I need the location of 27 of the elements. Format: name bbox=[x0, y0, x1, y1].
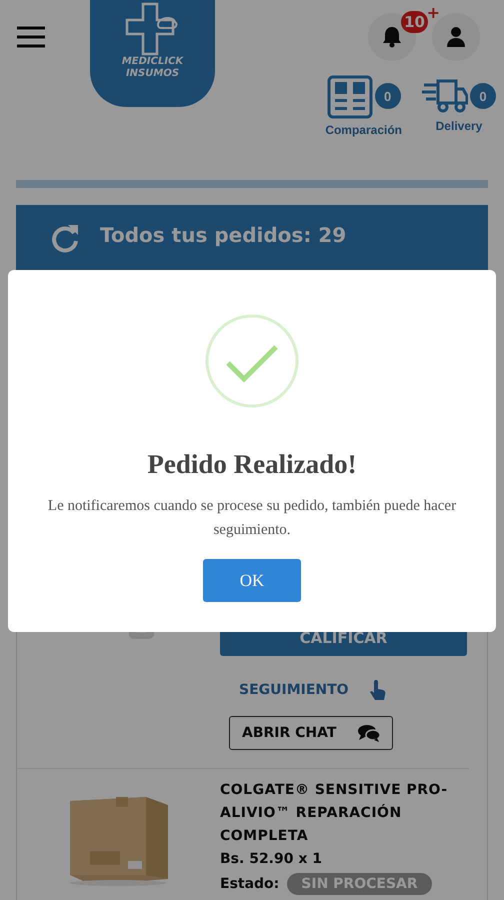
plus-mark: + bbox=[426, 3, 440, 22]
open-chat-button[interactable]: ABRIR CHAT bbox=[229, 716, 394, 750]
refresh-icon[interactable] bbox=[50, 223, 80, 253]
notification-count: 10 bbox=[401, 11, 428, 33]
shortcut-button[interactable]: 0 Delivery bbox=[422, 75, 496, 137]
menu-icon[interactable] bbox=[17, 26, 45, 48]
count-badge: 0 bbox=[470, 83, 496, 109]
count-badge: 0 bbox=[374, 83, 401, 109]
product-name: COLGATE® SENSITIVE PRO-ALIVIO™ REPARACIÓN COMPLETA bbox=[220, 781, 448, 846]
ok-button[interactable]: OK bbox=[203, 559, 301, 602]
status-badge: SIN PROCESAR bbox=[287, 873, 432, 895]
check-icon bbox=[204, 313, 300, 409]
logo-text: MEDICLICK bbox=[122, 56, 184, 68]
dialog-message: Le notificaremos cuando se procese su pedido, también puede hacer seguimiento. bbox=[46, 497, 458, 540]
dialog-title: Pedido Realizado! bbox=[147, 449, 357, 480]
chat-icon bbox=[358, 724, 380, 742]
bell-icon bbox=[382, 26, 402, 48]
status-label: Estado: bbox=[220, 876, 280, 892]
pointing-hand-icon bbox=[368, 680, 387, 700]
tracking-link[interactable]: SEGUIMIENTO bbox=[239, 680, 387, 700]
logo[interactable]: MEDICLICK INSUMOS bbox=[90, 0, 215, 107]
shortcut-button[interactable]: 0 Comparación bbox=[325, 75, 402, 137]
compare-icon bbox=[326, 75, 373, 119]
orders-title: Todos tus pedidos: 29 bbox=[100, 223, 346, 247]
logo-text: INSUMOS bbox=[126, 68, 180, 80]
product-price: Bs. 52.90 x 1 bbox=[220, 850, 322, 869]
user-icon bbox=[446, 26, 466, 48]
